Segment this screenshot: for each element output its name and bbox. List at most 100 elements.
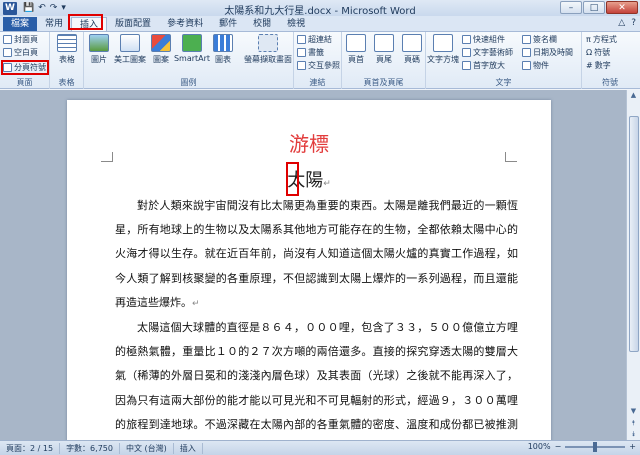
blank-page-button[interactable]: 空白頁 [3,47,38,58]
signature-line-label: 簽名欄 [533,35,557,44]
tab-home[interactable]: 常用 [37,17,71,31]
document-workspace: 游標 太陽↵ 對於人類來說宇宙間沒有比太陽更為重要的東西。太陽是離我們最近的一顆… [0,90,626,440]
symbol-label: 符號 [594,48,611,57]
paragraph-1[interactable]: 對於人類來說宇宙間沒有比太陽更為重要的東西。太陽是離我們最近的一顆恆星，所有地球… [115,194,518,316]
page-number-icon [402,34,422,52]
header-button[interactable]: 頁首 [342,34,370,65]
drop-cap-button[interactable]: 首字放大 [462,60,505,71]
number-button[interactable]: # 數字 [586,60,611,71]
chart-label: 圖表 [215,55,231,64]
insert-tab-highlight [68,14,103,30]
tables-group: 表格 表格 [50,32,84,89]
document-page[interactable]: 游標 太陽↵ 對於人類來說宇宙間沒有比太陽更為重要的東西。太陽是離我們最近的一顆… [67,100,551,440]
undo-icon[interactable]: ↶ [38,3,46,13]
textbox-button[interactable]: 文字方塊 [426,34,460,65]
bookmark-icon [297,48,306,57]
document-title[interactable]: 太陽↵ [67,166,551,192]
maximize-button[interactable]: □ [583,1,605,14]
smartart-button[interactable]: SmartArt [173,34,211,63]
text-group-label: 文字 [495,78,512,87]
footer-button[interactable]: 頁尾 [370,34,398,65]
minimize-button[interactable]: – [560,1,582,14]
zoom-controls: 100% − + [528,441,636,452]
zoom-level[interactable]: 100% [528,442,551,451]
shapes-icon [151,34,171,52]
object-icon [522,61,531,70]
illustrations-group: 圖片 美工圖案 圖案 SmartArt 圖表 螢幕擷取畫面 圖例 [84,32,294,89]
table-button[interactable]: 表格 [52,34,82,65]
picture-label: 圖片 [91,55,107,64]
next-page-icon[interactable]: ⯯ [628,430,639,439]
redo-icon[interactable]: ↷ [50,3,58,13]
paragraph-1-text: 對於人類來說宇宙間沒有比太陽更為重要的東西。太陽是離我們最近的一顆恆星，所有地球… [115,199,518,309]
tab-references[interactable]: 參考資料 [159,17,211,31]
tab-review[interactable]: 校閱 [245,17,279,31]
tab-view[interactable]: 檢視 [279,17,313,31]
date-time-icon [522,48,531,57]
object-label: 物件 [533,61,549,70]
object-button[interactable]: 物件 [522,60,549,71]
page-indicator[interactable]: 頁面：2 / 15 [0,442,61,454]
cover-page-label: 封面頁 [14,35,38,44]
wordart-button[interactable]: 文字藝術師 [462,47,513,58]
date-time-button[interactable]: 日期及時間 [522,47,573,58]
illustrations-group-label: 圖例 [180,78,197,87]
header-footer-group-label: 頁首及頁尾 [363,78,404,87]
cover-page-button[interactable]: 封面頁 [3,34,38,45]
tab-mailings[interactable]: 郵件 [211,17,245,31]
save-icon[interactable]: 💾 [23,3,34,13]
word-count[interactable]: 字數：6,750 [60,442,120,454]
equation-label: 方程式 [592,35,617,44]
document-body[interactable]: 對於人類來說宇宙間沒有比太陽更為重要的東西。太陽是離我們最近的一顆恆星，所有地球… [115,194,518,440]
links-group-label: 連結 [309,78,326,87]
cross-reference-button[interactable]: 交互參照 [297,60,340,71]
tab-page-layout[interactable]: 版面配置 [107,17,159,31]
clip-art-button[interactable]: 美工圖案 [114,34,146,65]
zoom-slider[interactable] [565,441,626,452]
screenshot-icon [258,34,278,52]
number-label: 數字 [594,61,611,70]
chart-icon [213,34,233,52]
table-label: 表格 [59,55,75,64]
scroll-down-icon[interactable]: ▼ [628,407,639,416]
close-button[interactable]: ✕ [606,1,638,14]
tab-file[interactable]: 檔案 [3,17,38,31]
minimize-ribbon-icon[interactable]: △ [618,18,625,28]
signature-line-button[interactable]: 簽名欄 [522,34,557,45]
bookmark-button[interactable]: 書籤 [297,47,324,58]
blank-page-label: 空白頁 [14,48,38,57]
previous-page-icon[interactable]: ⯭ [628,419,639,428]
zoom-out-icon[interactable]: − [555,442,562,451]
word-app-icon[interactable]: W [3,1,17,15]
drop-cap-icon [462,61,471,70]
header-label: 頁首 [348,55,364,64]
screenshot-button[interactable]: 螢幕擷取畫面 [244,34,292,65]
symbol-button[interactable]: Ω 符號 [586,47,610,58]
page-break-highlight [1,60,49,75]
customize-qat-icon[interactable]: ▾ [61,3,66,13]
symbols-group: π 方程式 Ω 符號 # 數字 符號 [582,32,638,89]
clip-art-icon [120,34,140,52]
scrollbar-thumb[interactable] [629,116,639,352]
paragraph-2[interactable]: 太陽這個大球體的直徑是８６４，０００哩，包含了３３，５００億億立方哩的極熱氣體，… [115,316,518,440]
equation-button[interactable]: π 方程式 [586,34,617,45]
page-number-label: 頁碼 [404,55,420,64]
page-number-button[interactable]: 頁碼 [398,34,426,65]
zoom-in-icon[interactable]: + [629,442,636,451]
tabs-right-icons: △ ? [618,18,636,28]
smartart-label: SmartArt [173,54,211,63]
shapes-button[interactable]: 圖案 [146,34,176,65]
picture-button[interactable]: 圖片 [84,34,114,65]
language-indicator[interactable]: 中文 (台灣) [120,442,174,454]
quick-parts-icon [462,35,471,44]
insert-mode[interactable]: 插入 [174,442,203,454]
scroll-up-icon[interactable]: ▲ [628,91,639,100]
zoom-slider-knob[interactable] [593,441,598,452]
quick-parts-button[interactable]: 快速組件 [462,34,505,45]
vertical-scrollbar[interactable]: ▲ ▼ ⯭ ⯯ [626,90,640,440]
chart-button[interactable]: 圖表 [208,34,238,65]
table-icon [57,34,77,52]
paragraph-mark-icon: ↵ [192,298,200,309]
help-icon[interactable]: ? [631,18,636,28]
hyperlink-button[interactable]: 超連結 [297,34,332,45]
